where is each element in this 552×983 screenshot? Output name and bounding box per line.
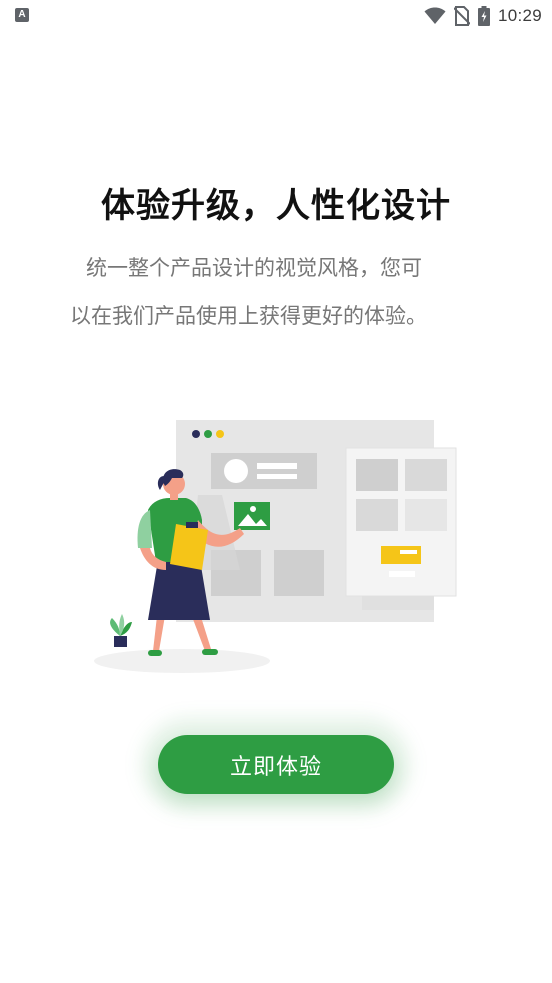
description-line-1: 统一整个产品设计的视觉风格，您可 (86, 256, 422, 280)
onboarding-illustration (94, 420, 457, 673)
status-icons: 10:29 (424, 4, 542, 28)
intro-description: 统一整个产品设计的视觉风格，您可 以在我们产品使用上获得更好的体验。 (70, 244, 482, 340)
content-block (274, 550, 324, 596)
start-experience-button[interactable]: 立即体验 (158, 735, 394, 794)
battery-charging-icon (477, 6, 490, 26)
page-title: 体验升级，人性化设计 (101, 186, 451, 226)
window-dot-yellow (216, 430, 224, 438)
clipboard (170, 524, 208, 570)
description-line-2: 以在我们产品使用上获得更好的体验。 (70, 304, 427, 328)
yellow-badge (381, 546, 421, 564)
plant-leaves (110, 618, 120, 636)
ground-shadow (94, 649, 270, 673)
no-sim-icon (453, 6, 470, 26)
status-time: 10:29 (497, 6, 542, 25)
window-dot-green (204, 430, 212, 438)
plant-pot (114, 636, 127, 647)
status-bar: A 10:29 (0, 0, 552, 32)
window-dot-navy (192, 430, 200, 438)
profile-avatar (224, 459, 248, 483)
wifi-icon (424, 7, 446, 24)
notification-a-icon: A (15, 8, 29, 22)
